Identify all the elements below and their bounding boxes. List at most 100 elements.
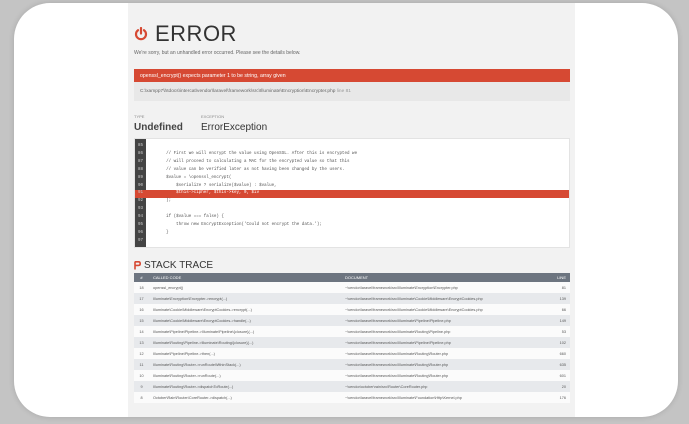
table-row[interactable]: 17 Illuminate\Encryption\Encrypter->encry… xyxy=(134,293,570,304)
row-called-code: Illuminate\Encryption\Encrypter->encrypt… xyxy=(153,296,228,301)
code-line-highlighted: 91 $this->cipher, $this->key, 0, $iv xyxy=(135,190,569,198)
row-document: ~\vendor\laravel\framework\src\Illuminat… xyxy=(345,340,451,345)
code-snippet: 85 86 // First we will encrypt the value … xyxy=(134,138,570,248)
stack-trace-icon xyxy=(134,261,141,270)
row-called-code: Illuminate\Routing\Router->dispatchToRou… xyxy=(153,384,234,389)
exception-value: ErrorException xyxy=(201,122,268,133)
line-number: 86 xyxy=(137,151,144,156)
error-path: C:\xampp7\htdocs\intercat\vendor\laravel… xyxy=(140,89,336,94)
row-line: 20 xyxy=(561,384,566,389)
row-document: ~\vendor\laravel\framework\src\Illuminat… xyxy=(345,395,462,400)
row-called-code: October\Rain\Router\CoreRouter->dispatch… xyxy=(153,395,232,400)
line-number: 90 xyxy=(137,183,144,188)
type-value: Undefined xyxy=(134,122,183,133)
code-text: throw new EncryptException('Could not en… xyxy=(146,223,322,227)
row-called-code: Illuminate\Pipeline\Pipeline->Illuminate… xyxy=(153,329,255,334)
row-line: 66 xyxy=(561,307,566,312)
header-line: LINE xyxy=(557,275,566,280)
table-row[interactable]: 8 October\Rain\Router\CoreRouter->dispatc… xyxy=(134,392,570,403)
row-called-code: Illuminate\Routing\Router->runRouteWithi… xyxy=(153,362,241,367)
line-number: 87 xyxy=(137,159,144,164)
row-called-code: Illuminate\Cookie\Middleware\EncryptCook… xyxy=(153,318,251,323)
code-line: 94 if ($value === false) { xyxy=(135,214,569,222)
stack-trace-header: STACK TRACE xyxy=(134,260,213,271)
error-page: ERROR We're sorry, but an unhandled erro… xyxy=(128,3,575,417)
power-icon xyxy=(134,27,148,41)
row-document: ~\vendor\laravel\framework\src\Illuminat… xyxy=(345,373,449,378)
table-row[interactable]: 13 Illuminate\Routing\Pipeline->Illuminat… xyxy=(134,337,570,348)
table-row[interactable]: 11 Illuminate\Routing\Router->runRouteWit… xyxy=(134,359,570,370)
code-text: ); xyxy=(146,199,172,204)
error-message: openssl_encrypt() expects parameter 1 to… xyxy=(134,69,570,85)
error-location: C:\xampp7\htdocs\intercat\vendor\laravel… xyxy=(134,82,570,101)
stack-trace-title: STACK TRACE xyxy=(144,260,214,271)
row-num: 15 xyxy=(139,318,144,323)
row-document: ~\vendor\laravel\framework\src\Illuminat… xyxy=(345,351,449,356)
row-document: ~\vendor\laravel\framework\src\Illuminat… xyxy=(345,307,483,312)
row-line: 660 xyxy=(559,351,566,356)
header-num: # xyxy=(140,275,143,280)
code-text: $serialize ? serialize($value) : $value, xyxy=(146,183,277,188)
code-line: 97 xyxy=(135,238,569,246)
code-line: 96 } xyxy=(135,230,569,238)
row-line: 53 xyxy=(561,329,566,334)
stack-trace-table: # CALLED CODE DOCUMENT LINE 18 openssl_en… xyxy=(134,273,570,403)
table-row[interactable]: 15 Illuminate\Cookie\Middleware\EncryptCo… xyxy=(134,315,570,326)
row-line: 176 xyxy=(559,395,566,400)
code-text: // value can be verified later as not ha… xyxy=(146,167,345,172)
header-called-code: CALLED CODE xyxy=(153,275,182,280)
type-label: TYPE xyxy=(134,114,145,119)
code-line: 90 $serialize ? serialize($value) : $val… xyxy=(135,183,569,191)
stack-table-header: # CALLED CODE DOCUMENT LINE xyxy=(134,273,570,282)
row-called-code: Illuminate\Routing\Router->runRoute(...) xyxy=(153,373,221,378)
table-row[interactable]: 9 Illuminate\Routing\Router->dispatchToRo… xyxy=(134,381,570,392)
table-row[interactable]: 12 Illuminate\Pipeline\Pipeline->then(...… xyxy=(134,348,570,359)
row-document: ~\vendor\october\rain\src\Router\CoreRou… xyxy=(345,384,428,389)
row-line: 149 xyxy=(559,318,566,323)
line-number: 88 xyxy=(137,167,144,172)
table-row[interactable]: 10 Illuminate\Routing\Router->runRoute(..… xyxy=(134,370,570,381)
code-line: 87 // will proceed to calculating a MAC … xyxy=(135,159,569,167)
code-line: 93 xyxy=(135,206,569,214)
code-text: // First we will encrypt the value using… xyxy=(146,151,358,156)
line-number: 85 xyxy=(137,144,144,148)
error-line: line 81 xyxy=(336,89,351,94)
code-text: $value = \openssl_encrypt( xyxy=(146,175,232,180)
row-called-code: Illuminate\Cookie\Middleware\EncryptCook… xyxy=(153,307,252,312)
row-num: 10 xyxy=(139,373,144,378)
line-number: 96 xyxy=(137,230,144,235)
page-header: ERROR xyxy=(134,21,237,47)
row-num: 18 xyxy=(139,285,144,290)
line-number: 92 xyxy=(137,199,144,204)
line-number: 89 xyxy=(137,175,144,180)
code-text: // will proceed to calculating a MAC for… xyxy=(146,159,350,164)
row-num: 13 xyxy=(139,340,144,345)
row-num: 12 xyxy=(139,351,144,356)
row-num: 17 xyxy=(139,296,144,301)
code-line: 89 $value = \openssl_encrypt( xyxy=(135,175,569,183)
row-line: 601 xyxy=(559,373,566,378)
row-document: ~\vendor\laravel\framework\src\Illuminat… xyxy=(345,285,458,290)
row-line: 635 xyxy=(559,362,566,367)
code-line: 92 ); xyxy=(135,198,569,206)
row-document: ~\vendor\laravel\framework\src\Illuminat… xyxy=(345,329,451,334)
line-number: 93 xyxy=(137,207,144,212)
code-line: 95 throw new EncryptException('Could not… xyxy=(135,222,569,230)
row-document: ~\vendor\laravel\framework\src\Illuminat… xyxy=(345,318,451,323)
row-num: 16 xyxy=(139,307,144,312)
row-called-code: Illuminate\Pipeline\Pipeline->then(...) xyxy=(153,351,215,356)
table-row[interactable]: 16 Illuminate\Cookie\Middleware\EncryptCo… xyxy=(134,304,570,315)
exception-label: EXCEPTION xyxy=(201,114,225,119)
code-text: if ($value === false) { xyxy=(146,215,224,220)
line-number: 95 xyxy=(137,223,144,227)
row-called-code: Illuminate\Routing\Pipeline->Illuminate\… xyxy=(153,340,254,345)
row-document: ~\vendor\laravel\framework\src\Illuminat… xyxy=(345,296,483,301)
table-row[interactable]: 14 Illuminate\Pipeline\Pipeline->Illumina… xyxy=(134,326,570,337)
page-title: ERROR xyxy=(155,21,237,46)
header-document: DOCUMENT xyxy=(345,275,369,280)
table-row[interactable]: 18 openssl_encrypt() ~\vendor\laravel\fram… xyxy=(134,282,570,293)
code-text: $this->cipher, $this->key, 0, $iv xyxy=(146,191,260,196)
row-line: 81 xyxy=(561,285,566,290)
row-num: 11 xyxy=(139,362,144,367)
code-line: 86 // First we will encrypt the value us… xyxy=(135,151,569,159)
